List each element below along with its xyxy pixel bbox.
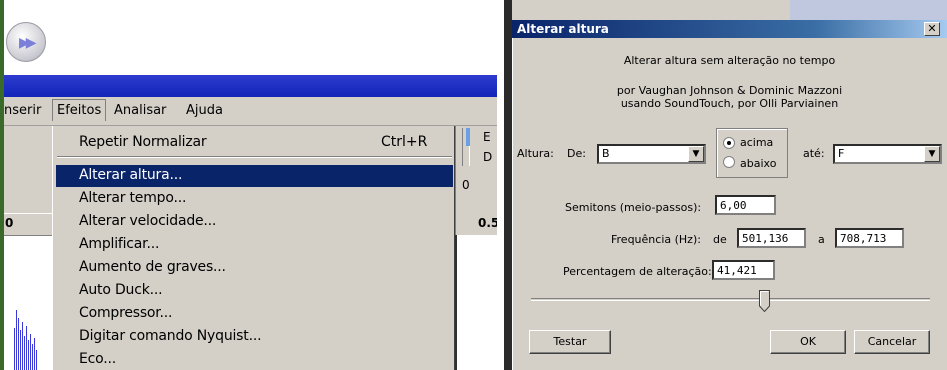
channel-label-e: E (483, 130, 491, 144)
menu-item-auto-duck[interactable]: Auto Duck... (79, 282, 163, 298)
efeitos-dropdown-menu: Repetir Normalizar Ctrl+R Alterar altura… (52, 126, 455, 370)
percent-label: Percentagem de alteração: (563, 265, 712, 278)
app-titlebar (4, 75, 497, 97)
frequency-to-input[interactable]: 708,713 (835, 228, 904, 248)
to-label: até: (803, 147, 825, 160)
skip-end-icon: ▶▶ (19, 35, 36, 51)
menu-item-aumento-de-graves[interactable]: Aumento de graves... (79, 259, 226, 275)
menu-item-compressor[interactable]: Compressor... (79, 305, 173, 321)
dialog-credits-line1: por Vaughan Johnson & Dominic Mazzoni (616, 84, 843, 97)
channel-label-d: D (483, 150, 493, 164)
pitch-slider-thumb[interactable] (759, 290, 770, 312)
frequency-label: Frequência (Hz): (611, 233, 701, 246)
menu-item-alterar-velocidade[interactable]: Alterar velocidade... (79, 213, 216, 229)
menu-ajuda[interactable]: Ajuda (186, 103, 223, 118)
from-note-select[interactable]: B ▼ (597, 144, 706, 164)
menu-efeitos[interactable]: Efeitos (52, 99, 107, 121)
menu-item-repetir-normalizar[interactable]: Repetir Normalizar (79, 134, 207, 150)
menu-inserir[interactable]: nserir (4, 103, 41, 118)
radio-acima-label[interactable]: acima (740, 136, 773, 149)
panel-divider (497, 0, 504, 370)
from-label: De: (567, 147, 586, 160)
menu-separator (57, 156, 452, 158)
waveform (14, 310, 37, 370)
ok-button[interactable]: OK (770, 330, 846, 354)
radio-acima[interactable] (723, 137, 735, 149)
dialog-description: Alterar altura sem alteração no tempo (623, 54, 836, 67)
dialog-title: Alterar altura (517, 22, 609, 36)
dialog-credits-line2: usando SoundTouch, por Olli Parviainen (620, 97, 839, 110)
level-meter-fill (466, 128, 470, 146)
test-button[interactable]: Testar (529, 330, 611, 354)
menu-item-alterar-altura[interactable]: Alterar altura... (79, 167, 182, 183)
pitch-slider-track[interactable] (531, 298, 930, 301)
from-note-value: B (602, 147, 610, 160)
background-window (790, 0, 947, 20)
radio-abaixo[interactable] (723, 156, 735, 168)
menu-analisar[interactable]: Analisar (114, 103, 166, 118)
semitones-input[interactable]: 6,00 (715, 195, 776, 215)
ruler-tick-label: 0 (5, 216, 14, 230)
close-button[interactable]: ✕ (924, 22, 940, 36)
chevron-down-icon[interactable]: ▼ (924, 146, 940, 162)
dialog-backdrop-edge (504, 0, 512, 370)
menu-item-shortcut: Ctrl+R (381, 134, 428, 150)
menu-item-eco[interactable]: Eco... (79, 351, 116, 367)
to-note-select[interactable]: F ▼ (833, 144, 942, 164)
pitch-label: Altura: (517, 147, 554, 160)
radio-abaixo-label[interactable]: abaixo (740, 157, 776, 170)
menu-item-amplificar[interactable]: Amplificar... (79, 236, 159, 252)
chevron-down-icon[interactable]: ▼ (688, 146, 704, 162)
to-note-value: F (838, 147, 845, 160)
cancel-button[interactable]: Cancelar (854, 330, 930, 354)
audio-track-right[interactable] (455, 235, 497, 370)
meter-zero-label: 0 (462, 178, 470, 192)
percent-input[interactable]: 41,421 (712, 260, 775, 280)
close-icon: ✕ (927, 22, 937, 35)
frequency-from-label: de (713, 233, 727, 246)
semitones-label: Semitons (meio-passos): (565, 201, 702, 214)
menubar: nserir Efeitos Analisar Ajuda (4, 97, 497, 126)
frequency-to-label: a (818, 233, 825, 246)
menu-item-alterar-tempo[interactable]: Alterar tempo... (79, 190, 186, 206)
menu-item-digitar-comando-nyquist[interactable]: Digitar comando Nyquist... (79, 328, 262, 344)
frequency-from-input[interactable]: 501,136 (737, 228, 806, 248)
